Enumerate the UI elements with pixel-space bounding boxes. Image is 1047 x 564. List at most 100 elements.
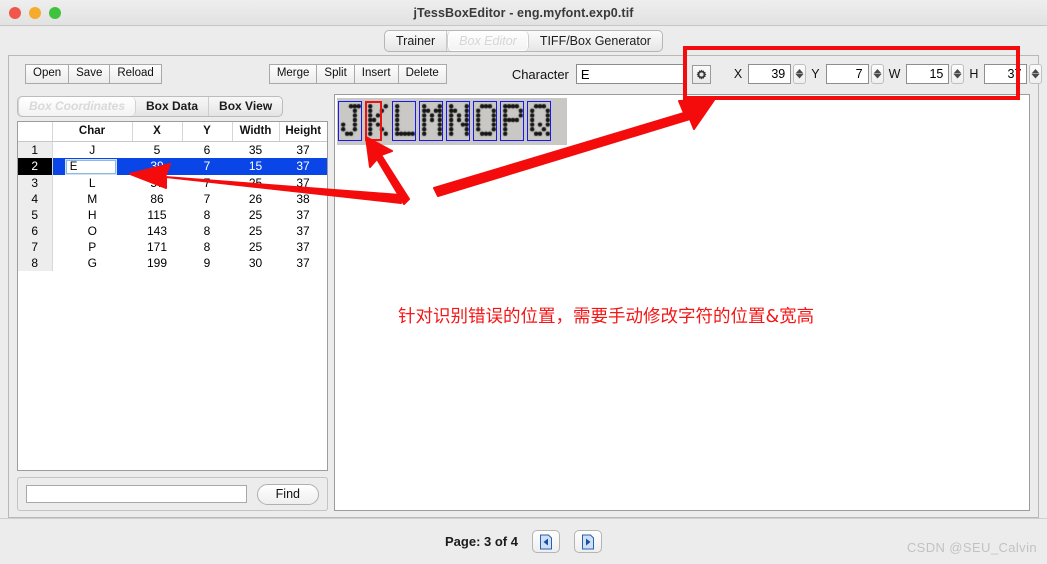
coord-input-x[interactable] — [748, 64, 792, 84]
cell-height[interactable]: 37 — [279, 207, 327, 223]
tab-box-editor[interactable]: Box Editor — [447, 30, 529, 51]
next-page-icon[interactable] — [573, 530, 602, 553]
spinner-x[interactable] — [793, 64, 807, 84]
coord-input-y[interactable] — [825, 64, 869, 84]
cell-char[interactable]: H — [52, 207, 132, 223]
cell-char[interactable]: L — [52, 175, 132, 191]
find-input[interactable] — [26, 485, 247, 503]
cell-height[interactable]: 38 — [279, 191, 327, 207]
cell-x[interactable]: 39 — [132, 157, 182, 175]
cell-x[interactable]: 143 — [132, 223, 182, 239]
glyph-box[interactable] — [392, 101, 416, 141]
glyph-box-selected[interactable] — [365, 101, 382, 141]
cell-x[interactable]: 57 — [132, 175, 182, 191]
cell-x[interactable]: 86 — [132, 191, 182, 207]
col-header-x[interactable]: X — [132, 122, 183, 142]
table-row-number[interactable]: 3 — [18, 174, 53, 191]
col-header-y[interactable]: Y — [182, 122, 233, 142]
table-row-number[interactable]: 1 — [18, 141, 53, 158]
cell-width[interactable]: 25 — [232, 207, 279, 223]
cell-x[interactable]: 171 — [132, 239, 182, 255]
table-row-number[interactable]: 4 — [18, 190, 53, 207]
cell-width[interactable]: 26 — [232, 191, 279, 207]
cell-y[interactable]: 8 — [182, 207, 232, 223]
cell-char[interactable]: G — [52, 255, 132, 271]
subtab-box-view[interactable]: Box View — [209, 97, 282, 116]
cell-height[interactable]: 37 — [279, 223, 327, 239]
character-input[interactable] — [575, 64, 686, 84]
find-button[interactable]: Find — [256, 483, 319, 505]
table-row[interactable]: 3 L 57 7 25 37 — [18, 174, 327, 191]
minimize-button[interactable] — [29, 7, 41, 19]
split-button[interactable]: Split — [316, 64, 355, 84]
cell-char[interactable]: J — [52, 141, 132, 158]
table-row-number[interactable]: 8 — [18, 254, 53, 271]
table-row[interactable]: 4 M 86 7 26 38 — [18, 190, 327, 207]
save-button[interactable]: Save — [68, 64, 111, 84]
cell-width[interactable]: 25 — [232, 175, 279, 191]
table-row[interactable]: 5 H 115 8 25 37 — [18, 206, 327, 223]
cell-width[interactable]: 15 — [232, 157, 279, 175]
glyph-box[interactable] — [419, 101, 443, 141]
col-header-char[interactable]: Char — [52, 122, 133, 142]
cell-height[interactable]: 37 — [279, 239, 327, 255]
cell-height[interactable]: 37 — [279, 255, 327, 271]
table-row-number[interactable]: 5 — [18, 206, 53, 223]
glyph-box[interactable] — [338, 101, 362, 141]
cell-x[interactable]: 5 — [132, 141, 182, 158]
cell-width[interactable]: 25 — [232, 223, 279, 239]
cell-x[interactable]: 199 — [132, 255, 182, 271]
cell-y[interactable]: 7 — [182, 191, 232, 207]
cell-y[interactable]: 8 — [182, 223, 232, 239]
merge-button[interactable]: Merge — [268, 64, 318, 84]
cell-char[interactable]: E — [52, 157, 132, 175]
table-row[interactable]: 1 J 5 6 35 37 — [18, 141, 327, 158]
open-button[interactable]: Open — [25, 64, 70, 84]
tab-trainer[interactable]: Trainer — [385, 30, 448, 51]
cell-width[interactable]: 35 — [232, 141, 279, 158]
cell-char[interactable]: M — [52, 191, 132, 207]
tab-tiff-box-generator[interactable]: TIFF/Box Generator — [529, 31, 662, 51]
table-row-number[interactable]: 7 — [18, 238, 53, 255]
glyph-box[interactable] — [527, 101, 551, 141]
delete-button[interactable]: Delete — [397, 64, 447, 84]
zoom-button[interactable] — [49, 7, 61, 19]
cell-y[interactable]: 7 — [182, 175, 232, 191]
table-row-number[interactable]: 6 — [18, 222, 53, 239]
cell-y[interactable]: 8 — [182, 239, 232, 255]
cell-char[interactable]: P — [52, 239, 132, 255]
cell-y[interactable]: 6 — [182, 141, 232, 158]
cell-y[interactable]: 7 — [182, 157, 232, 175]
spinner-w[interactable] — [951, 64, 965, 84]
spinner-y[interactable] — [870, 64, 884, 84]
char-cell-editor[interactable]: E — [65, 159, 116, 174]
table-row[interactable]: 8 G 199 9 30 37 — [18, 254, 327, 271]
coord-input-h[interactable] — [984, 64, 1028, 84]
table-row[interactable]: 7 P 171 8 25 37 — [18, 238, 327, 255]
close-button[interactable] — [9, 7, 21, 19]
cell-y[interactable]: 9 — [182, 255, 232, 271]
cell-height[interactable]: 37 — [279, 157, 327, 175]
table-row[interactable]: 6 O 143 8 25 37 — [18, 222, 327, 239]
prev-page-icon[interactable] — [531, 530, 560, 553]
spinner-h[interactable] — [1029, 64, 1043, 84]
box-image-view[interactable]: 针对识别错误的位置，需要手动修改字符的位置&宽高 — [334, 94, 1030, 511]
cell-width[interactable]: 25 — [232, 239, 279, 255]
table-row[interactable]: 2 E 39 7 15 37 — [18, 157, 327, 175]
box-table-container[interactable]: Char X Y Width Height 1 J 5 6 35 37 2 E 39 7 15 37 3… — [17, 121, 328, 471]
cell-char[interactable]: O — [52, 223, 132, 239]
tiff-page-image[interactable] — [337, 98, 567, 145]
cell-height[interactable]: 37 — [279, 175, 327, 191]
glyph-box[interactable] — [500, 101, 524, 141]
cell-x[interactable]: 115 — [132, 207, 182, 223]
col-header-height[interactable]: Height — [279, 122, 327, 142]
glyph-box[interactable] — [473, 101, 497, 141]
col-header-width[interactable]: Width — [232, 122, 280, 142]
coord-input-w[interactable] — [906, 64, 950, 84]
glyph-box[interactable] — [446, 101, 470, 141]
cell-height[interactable]: 37 — [279, 141, 327, 158]
cell-width[interactable]: 30 — [232, 255, 279, 271]
insert-button[interactable]: Insert — [353, 64, 399, 84]
gear-icon[interactable] — [691, 64, 711, 84]
table-row-number[interactable]: 2 — [18, 157, 53, 175]
